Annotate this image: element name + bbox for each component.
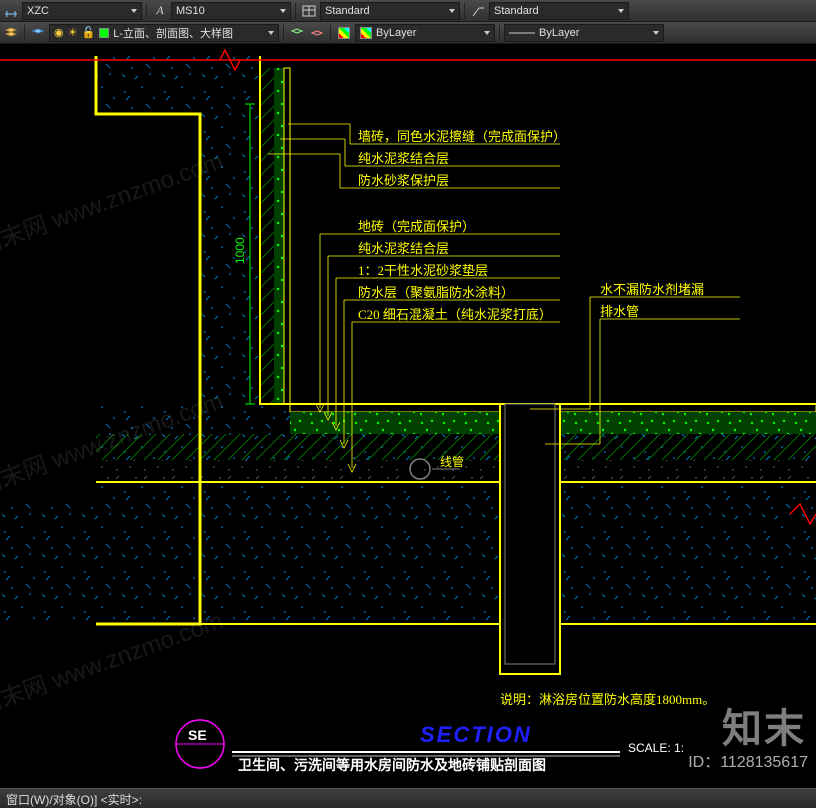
- chevron-down-icon: [484, 31, 490, 35]
- wall-label-2: 防水砂浆保护层: [358, 173, 449, 188]
- table-style-dropdown[interactable]: Standard: [320, 2, 460, 20]
- pipe-label: 线管: [440, 454, 464, 469]
- layer-color-swatch: [99, 28, 109, 38]
- layer-name-value: L-立面、剖面图、大样图: [113, 25, 233, 41]
- separator: [24, 25, 25, 41]
- section-marker: SE: [188, 727, 207, 743]
- dim-style-value: XZC: [27, 5, 49, 17]
- lock-icon: 🔓: [81, 26, 95, 39]
- layer-props-icon[interactable]: [2, 24, 20, 42]
- mleader-style-value: Standard: [494, 5, 539, 17]
- separator: [146, 3, 147, 19]
- floor-label-4: C20 细石混凝土（纯水泥浆打底）: [358, 307, 552, 322]
- floor-label-3: 防水层（聚氨脂防水涂料）: [358, 285, 514, 300]
- mleader-style-icon[interactable]: [469, 2, 487, 20]
- right-label-0: 水不漏防水剂堵漏: [600, 282, 704, 297]
- linetype-dropdown[interactable]: ByLayer: [504, 24, 664, 42]
- toolbar-row-layers: ◉ ☀ 🔓 L-立面、剖面图、大样图 ByLayer ByLayer: [0, 22, 816, 44]
- color-swatch: [360, 27, 372, 39]
- floor-label-1: 纯水泥浆结合层: [358, 241, 449, 256]
- layer-tool2-icon[interactable]: [308, 24, 326, 42]
- layer-states-icon[interactable]: [29, 24, 47, 42]
- chevron-down-icon: [653, 31, 659, 35]
- separator: [295, 3, 296, 19]
- chevron-down-icon: [131, 9, 137, 13]
- table-style-icon[interactable]: [300, 2, 318, 20]
- watermark-brand: 知末: [722, 696, 806, 754]
- watermark-id: ID：1128135617: [688, 748, 808, 772]
- floor-label-2: 1：2干性水泥砂浆垫层: [358, 263, 488, 278]
- color-control-icon[interactable]: [335, 24, 353, 42]
- separator: [499, 25, 500, 41]
- drawing-note: 说明：淋浴房位置防水高度1800mm。: [500, 692, 715, 707]
- wall-label-1: 纯水泥浆结合层: [358, 151, 449, 166]
- separator: [330, 25, 331, 41]
- wall-label-0: 墙砖，同色水泥擦缝（完成面保护）: [358, 129, 566, 144]
- text-style-icon[interactable]: A: [151, 2, 169, 20]
- floor-label-0: 地砖（完成面保护）: [358, 219, 475, 234]
- cad-drawing: 线管 1000 墙砖，同色水泥擦缝（完成面保护） 纯水泥浆结合层 防水砂浆保护层: [0, 44, 816, 788]
- sun-icon: ☀: [68, 26, 78, 39]
- chevron-down-icon: [268, 31, 274, 35]
- separator: [283, 25, 284, 41]
- separator: [464, 3, 465, 19]
- chevron-down-icon: [618, 9, 624, 13]
- dim-style-dropdown[interactable]: XZC: [22, 2, 142, 20]
- text-style-value: MS10: [176, 5, 205, 17]
- color-value: ByLayer: [376, 27, 416, 39]
- mleader-style-dropdown[interactable]: Standard: [489, 2, 629, 20]
- title-chinese: 卫生间、污洗间等用水房间防水及地砖铺贴剖面图: [238, 757, 546, 773]
- text-style-dropdown[interactable]: MS10: [171, 2, 291, 20]
- command-line[interactable]: 窗口(W)/对象(O)] <实时>:: [0, 788, 816, 808]
- title-english: SECTION: [420, 722, 532, 747]
- chevron-down-icon: [280, 9, 286, 13]
- linetype-preview-icon: [509, 29, 535, 37]
- linetype-value: ByLayer: [539, 27, 579, 39]
- color-swatch-icon: [338, 27, 350, 39]
- chevron-down-icon: [449, 9, 455, 13]
- bulb-icon: ◉: [54, 26, 64, 39]
- command-prompt: 窗口(W)/对象(O)] <实时>:: [6, 793, 142, 807]
- color-dropdown[interactable]: ByLayer: [355, 24, 495, 42]
- dim-style-icon[interactable]: [2, 2, 20, 20]
- layer-tool-icon[interactable]: [288, 24, 306, 42]
- right-label-1: 排水管: [600, 304, 639, 319]
- toolbar-row-styles: XZC A MS10 Standard Standard: [0, 0, 816, 22]
- layer-dropdown[interactable]: ◉ ☀ 🔓 L-立面、剖面图、大样图: [49, 24, 279, 42]
- drawing-viewport[interactable]: 线管 1000 墙砖，同色水泥擦缝（完成面保护） 纯水泥浆结合层 防水砂浆保护层: [0, 44, 816, 788]
- scale-label: SCALE: 1:: [628, 741, 684, 755]
- dimension-height: 1000: [233, 237, 247, 264]
- table-style-value: Standard: [325, 5, 370, 17]
